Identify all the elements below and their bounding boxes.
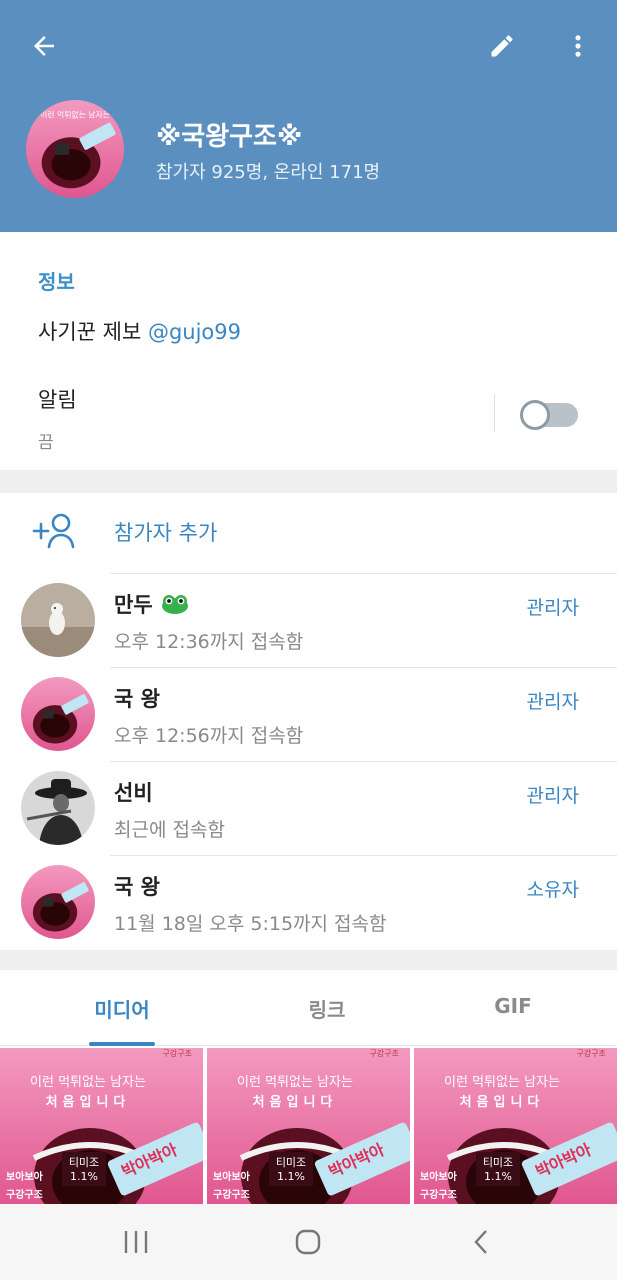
corner-brand: 구강구조 bbox=[420, 1188, 457, 1201]
shared-media-section: 미디어 링크 GIF 구강구조 이런 먹튀없는 남자는 처음입니다 박아박아 티… bbox=[0, 970, 617, 1204]
notifications-label[interactable]: 알림 bbox=[38, 384, 77, 414]
avatar-caption: 이런 먹튀없는 남자는 bbox=[40, 110, 110, 120]
corner-label: 보아보아 bbox=[213, 1170, 251, 1183]
tab-links[interactable]: 링크 bbox=[267, 994, 387, 1023]
divider bbox=[110, 855, 617, 856]
thumb-caption: 처음입니다 bbox=[253, 1094, 338, 1110]
notifications-value: 끔 bbox=[38, 433, 54, 453]
member-role-badge: 소유자 bbox=[526, 879, 579, 901]
corner-label: 보아보아 bbox=[6, 1170, 44, 1183]
system-navigation-bar bbox=[0, 1204, 617, 1280]
home-icon bbox=[295, 1229, 321, 1255]
member-name: 국 왕 bbox=[114, 875, 160, 899]
frog-emoji-icon bbox=[161, 595, 188, 614]
add-user-icon bbox=[32, 513, 75, 549]
profile-header: 이런 먹튀없는 남자는 ※국왕구조※ 참가자 925명, 온라인 171명 bbox=[0, 0, 617, 232]
member-name: 만두 bbox=[114, 589, 189, 619]
group-description: 사기꾼 제보 @gujo99 bbox=[38, 316, 241, 346]
thumb-caption: 처음입니다 bbox=[46, 1094, 131, 1110]
member-role-badge: 관리자 bbox=[526, 785, 579, 807]
brand-mark: 구강구조 bbox=[577, 1048, 606, 1058]
members-section: 참가자 추가 만두 오후 12:36까지 접속함 관리자 국 왕 오후 12:5… bbox=[0, 493, 617, 950]
recent-apps-icon bbox=[124, 1231, 148, 1253]
arrow-left-icon bbox=[34, 36, 54, 56]
member-row[interactable]: 국 왕 11월 18일 오후 5:15까지 접속함 소유자 bbox=[0, 855, 617, 949]
member-row[interactable]: 국 왕 오후 12:56까지 접속함 관리자 bbox=[0, 667, 617, 761]
system-back-button[interactable] bbox=[462, 1222, 502, 1262]
section-title: 정보 bbox=[38, 270, 75, 294]
info-section: 정보 사기꾼 제보 @gujo99 알림 끔 bbox=[0, 232, 617, 470]
description-text: 사기꾼 제보 bbox=[38, 320, 148, 344]
member-avatar bbox=[21, 771, 95, 845]
corner-label: 보아보아 bbox=[420, 1170, 458, 1183]
thumb-caption: 처음입니다 bbox=[460, 1094, 545, 1110]
ticket-sub: 1.1% bbox=[70, 1170, 98, 1183]
tab-gif[interactable]: GIF bbox=[453, 994, 573, 1018]
more-vertical-icon bbox=[575, 35, 581, 57]
member-status: 오후 12:56까지 접속함 bbox=[114, 725, 304, 747]
active-tab-indicator bbox=[89, 1042, 155, 1046]
divider bbox=[494, 394, 495, 432]
divider bbox=[110, 573, 617, 574]
more-options-button[interactable] bbox=[554, 22, 602, 70]
pencil-icon bbox=[491, 35, 513, 57]
member-row[interactable]: 만두 오후 12:36까지 접속함 관리자 bbox=[0, 573, 617, 667]
member-status: 오후 12:36까지 접속함 bbox=[114, 631, 304, 653]
home-button[interactable] bbox=[288, 1222, 328, 1262]
member-avatar bbox=[21, 677, 95, 751]
member-role-badge: 관리자 bbox=[526, 597, 579, 619]
member-row[interactable]: 선비 최근에 접속함 관리자 bbox=[0, 761, 617, 855]
divider bbox=[110, 761, 617, 762]
description-link[interactable]: @gujo99 bbox=[148, 320, 241, 344]
notifications-toggle[interactable] bbox=[520, 400, 578, 430]
brand-mark: 구강구조 bbox=[163, 1048, 192, 1058]
thumb-caption: 이런 먹튀없는 남자는 bbox=[444, 1075, 560, 1090]
ticket-label: 티미조 bbox=[69, 1156, 99, 1169]
add-member-button[interactable]: 참가자 추가 bbox=[0, 493, 617, 573]
add-member-label: 참가자 추가 bbox=[114, 521, 218, 545]
member-role-badge: 관리자 bbox=[526, 691, 579, 713]
member-avatar bbox=[21, 865, 95, 939]
divider bbox=[110, 667, 617, 668]
member-status: 11월 18일 오후 5:15까지 접속함 bbox=[114, 913, 387, 935]
ticket-sub: 1.1% bbox=[277, 1170, 305, 1183]
group-title: ※국왕구조※ bbox=[156, 122, 303, 152]
recent-apps-button[interactable] bbox=[116, 1222, 156, 1262]
ticket-label: 티미조 bbox=[276, 1156, 306, 1169]
brand-mark: 구강구조 bbox=[370, 1048, 399, 1058]
member-name-text: 만두 bbox=[114, 593, 153, 617]
corner-brand: 구강구조 bbox=[6, 1188, 43, 1201]
media-thumbnail[interactable]: 구강구조 이런 먹튀없는 남자는 처음입니다 박아박아 티미조 1.1% 보아보… bbox=[414, 1048, 617, 1204]
corner-brand: 구강구조 bbox=[213, 1188, 250, 1201]
group-avatar[interactable]: 이런 먹튀없는 남자는 bbox=[26, 100, 124, 198]
group-member-count: 참가자 925명, 온라인 171명 bbox=[156, 162, 381, 183]
member-name: 선비 bbox=[114, 781, 153, 805]
chevron-left-icon bbox=[474, 1230, 487, 1254]
tab-media[interactable]: 미디어 bbox=[62, 994, 182, 1023]
thumb-caption: 이런 먹튀없는 남자는 bbox=[30, 1075, 146, 1090]
edit-button[interactable] bbox=[478, 22, 526, 70]
back-button[interactable] bbox=[18, 22, 70, 70]
ticket-label: 티미조 bbox=[483, 1156, 513, 1169]
member-status: 최근에 접속함 bbox=[114, 819, 225, 841]
member-avatar bbox=[21, 583, 95, 657]
ticket-sub: 1.1% bbox=[484, 1170, 512, 1183]
thumb-caption: 이런 먹튀없는 남자는 bbox=[237, 1075, 353, 1090]
toggle-knob bbox=[520, 400, 550, 430]
member-name: 국 왕 bbox=[114, 687, 160, 711]
media-thumbnail[interactable]: 구강구조 이런 먹튀없는 남자는 처음입니다 박아박아 티미조 1.1% 보아보… bbox=[0, 1048, 203, 1204]
media-thumbnail[interactable]: 구강구조 이런 먹튀없는 남자는 처음입니다 박아박아 티미조 1.1% 보아보… bbox=[207, 1048, 410, 1204]
